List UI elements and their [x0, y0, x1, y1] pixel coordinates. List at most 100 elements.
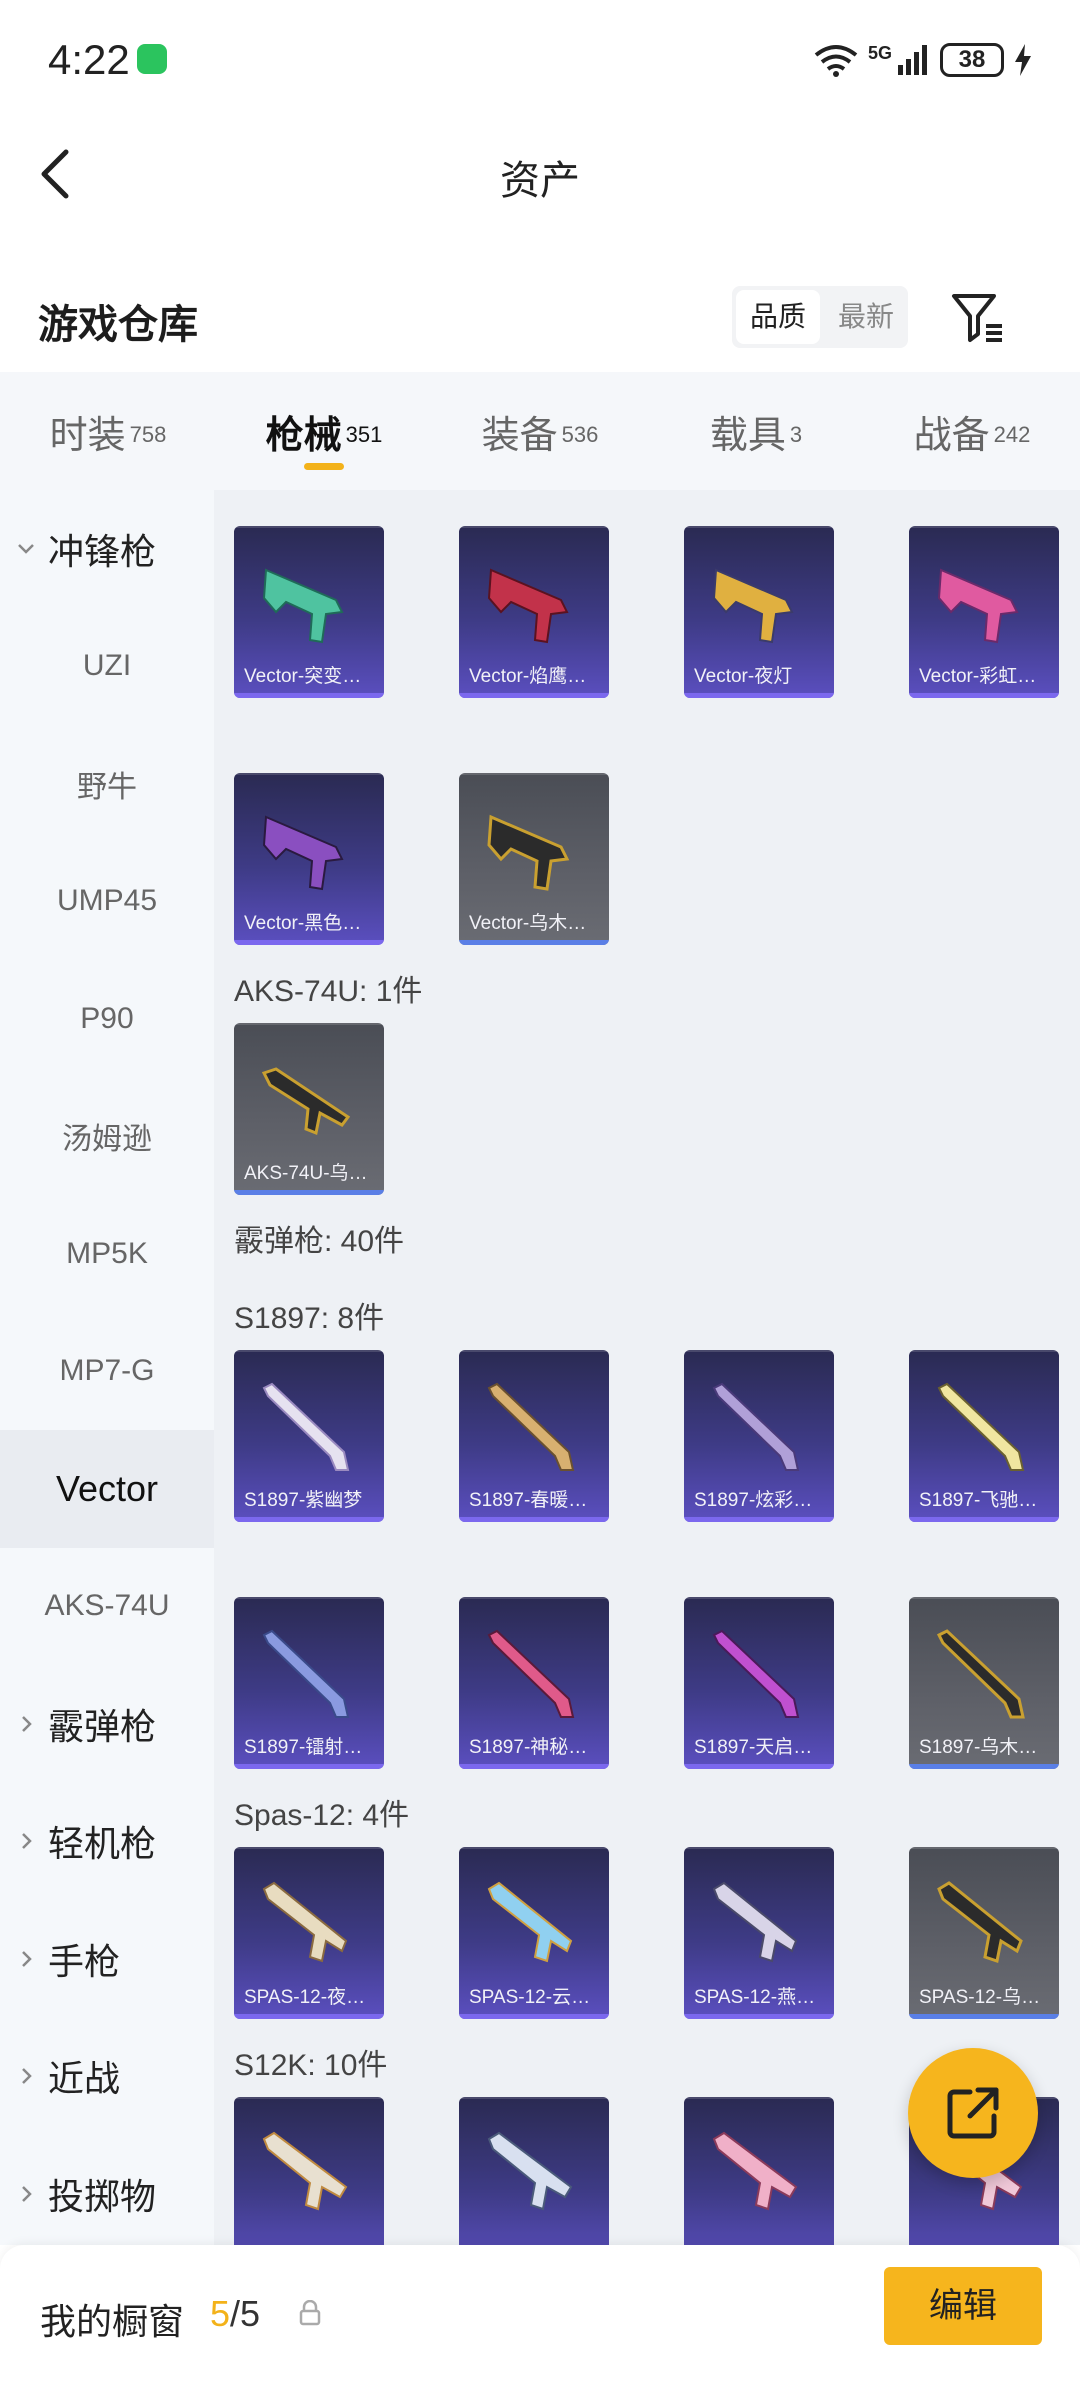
item-name: S1897-炫彩…: [694, 1490, 813, 1511]
item-card[interactable]: [684, 2097, 834, 2245]
status-icons: 5G 38: [814, 40, 1032, 80]
lock-icon: [299, 2300, 321, 2326]
item-card[interactable]: S1897-镭射…: [234, 1597, 384, 1769]
tab-label: 战备: [913, 415, 990, 457]
item-card[interactable]: SPAS-12-夜…: [234, 1847, 384, 2019]
item-card[interactable]: S1897-神秘…: [459, 1597, 609, 1769]
chevron-right-icon: [22, 1833, 32, 1850]
tab-firearms[interactable]: 枪械 351: [216, 372, 432, 490]
item-card[interactable]: SPAS-12-燕…: [684, 1847, 834, 2019]
section-label-s1897: S1897: 8件: [234, 1302, 385, 1335]
tab-label: 枪械: [265, 415, 342, 457]
showcase-count: 5/5: [210, 2293, 260, 2335]
rarity-bar: [459, 1764, 609, 1769]
warehouse-header: 游戏仓库 品质 最新: [0, 270, 1080, 370]
filter-icon: [952, 294, 1002, 342]
sidebar-item-vector[interactable]: Vector: [0, 1430, 214, 1548]
chevron-right-icon: [22, 1950, 32, 1967]
rarity-bar: [234, 1764, 384, 1769]
edit-button[interactable]: 编辑: [884, 2267, 1042, 2345]
tab-label: 时装: [49, 415, 126, 457]
weapon-sidebar: 冲锋枪 UZI 野牛 UMP45 P90 汤姆逊 MP5K MP7-G Vect…: [0, 490, 214, 2245]
sidebar-item-bizon[interactable]: 野牛: [0, 725, 214, 843]
item-name: Vector-突变…: [244, 666, 362, 687]
item-name: Vector-焰鹰…: [469, 666, 587, 687]
section-label-s12k: S12K: 10件: [234, 2049, 388, 2082]
item-card[interactable]: SPAS-12-云…: [459, 1847, 609, 2019]
item-card[interactable]: Vector-焰鹰…: [459, 526, 609, 698]
signal-icon: [898, 45, 927, 75]
chevron-right-icon: [22, 1715, 32, 1732]
item-name: SPAS-12-乌…: [919, 1987, 1041, 2008]
shotgun-icon: [937, 1382, 1025, 1471]
sort-newest-button[interactable]: 最新: [824, 286, 908, 348]
item-card[interactable]: Vector-黑色…: [234, 773, 384, 945]
battery-indicator: 38: [940, 43, 1004, 77]
sidebar-item-ump45[interactable]: UMP45: [0, 843, 214, 961]
shotgun-icon: [712, 1629, 800, 1718]
sidebar-item-thompson[interactable]: 汤姆逊: [0, 1078, 214, 1196]
item-name: S1897-乌木…: [919, 1737, 1038, 1758]
section-label-shotgun: 霰弹枪: 40件: [234, 1225, 405, 1258]
rarity-bar: [234, 693, 384, 698]
sidebar-item-mp7g[interactable]: MP7-G: [0, 1313, 214, 1431]
shotgun-icon: [262, 1881, 348, 1963]
item-card[interactable]: AKS-74U-乌…: [234, 1023, 384, 1195]
sidebar-item-label: 霰弹枪: [48, 1705, 157, 1747]
item-name: SPAS-12-夜…: [244, 1987, 366, 2008]
filter-button[interactable]: [950, 290, 1006, 346]
item-card[interactable]: S1897-飞驰…: [909, 1350, 1059, 1522]
sidebar-group-shotgun[interactable]: 霰弹枪: [0, 1665, 214, 1783]
item-card[interactable]: S1897-炫彩…: [684, 1350, 834, 1522]
item-card[interactable]: Vector-乌木…: [459, 773, 609, 945]
shotgun-icon: [712, 1881, 798, 1963]
rarity-bar: [909, 2014, 1059, 2019]
tab-count: 536: [561, 421, 599, 447]
wechat-notification-icon: [137, 44, 167, 74]
item-name: S1897-镭射…: [244, 1737, 363, 1758]
tab-label: 载具: [709, 415, 786, 457]
sidebar-item-uzi[interactable]: UZI: [0, 608, 214, 726]
item-card[interactable]: Vector-夜灯: [684, 526, 834, 698]
vector-gun-icon: [487, 568, 569, 644]
tab-equipment[interactable]: 装备 536: [432, 372, 648, 490]
rifle-icon: [487, 2131, 573, 2211]
item-name: Vector-乌木…: [469, 913, 587, 934]
sidebar-group-pistol[interactable]: 手枪: [0, 1900, 214, 2018]
sidebar-item-p90[interactable]: P90: [0, 960, 214, 1078]
rarity-bar: [684, 1764, 834, 1769]
section-label-aks74u: AKS-74U: 1件: [234, 975, 423, 1008]
shotgun-icon: [262, 1629, 350, 1718]
item-card[interactable]: S1897-紫幽梦: [234, 1350, 384, 1522]
category-tabs: 时装 758 枪械 351 装备 536 载具 3 战备 242: [0, 372, 1080, 490]
sidebar-group-lmg[interactable]: 轻机枪: [0, 1783, 214, 1901]
vector-gun-icon: [487, 814, 570, 891]
sidebar-item-mp5k[interactable]: MP5K: [0, 1195, 214, 1313]
sort-quality-button[interactable]: 品质: [736, 290, 820, 344]
rarity-bar: [459, 2014, 609, 2019]
tab-count: 758: [129, 421, 167, 447]
item-name: S1897-神秘…: [469, 1737, 588, 1758]
item-name: S1897-飞驰…: [919, 1490, 1038, 1511]
item-card[interactable]: [234, 2097, 384, 2245]
item-card[interactable]: Vector-突变…: [234, 526, 384, 698]
item-card[interactable]: SPAS-12-乌…: [909, 1847, 1059, 2019]
wifi-icon: [814, 45, 858, 77]
tab-count: 242: [993, 421, 1031, 447]
item-card[interactable]: S1897-乌木…: [909, 1597, 1059, 1769]
sidebar-group-melee[interactable]: 近战: [0, 2018, 214, 2136]
shotgun-icon: [936, 1629, 1025, 1719]
item-card[interactable]: Vector-彩虹…: [909, 526, 1059, 698]
tab-supplies[interactable]: 战备 242: [864, 372, 1080, 490]
tab-fashion[interactable]: 时装 758: [0, 372, 216, 490]
sidebar-group-throwable[interactable]: 投掷物: [0, 2135, 214, 2245]
rarity-bar: [909, 693, 1059, 698]
item-name: S1897-紫幽梦: [244, 1490, 363, 1511]
sidebar-group-smg[interactable]: 冲锋枪: [0, 490, 214, 608]
item-card[interactable]: S1897-春暖…: [459, 1350, 609, 1522]
tab-vehicles[interactable]: 载具 3: [648, 372, 864, 490]
sidebar-item-aks74u[interactable]: AKS-74U: [0, 1548, 214, 1666]
item-card[interactable]: [459, 2097, 609, 2245]
share-button[interactable]: [908, 2048, 1038, 2178]
item-card[interactable]: S1897-天启…: [684, 1597, 834, 1769]
